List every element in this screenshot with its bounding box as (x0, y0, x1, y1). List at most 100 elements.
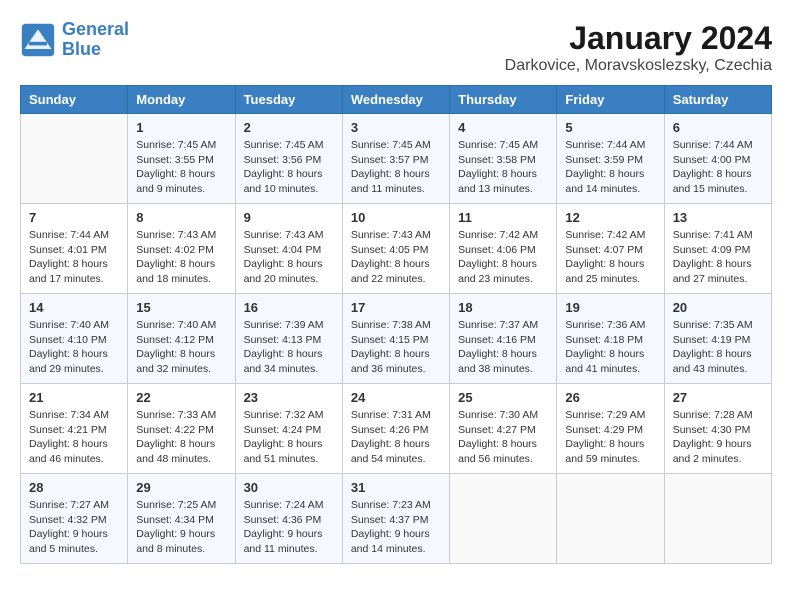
day-number: 20 (673, 300, 763, 315)
logo-text: General Blue (62, 20, 129, 60)
calendar-cell: 20 Sunrise: 7:35 AM Sunset: 4:19 PM Dayli… (664, 294, 771, 384)
calendar-cell: 22 Sunrise: 7:33 AM Sunset: 4:22 PM Dayli… (128, 384, 235, 474)
day-number: 26 (565, 390, 655, 405)
weekday-header-sunday: Sunday (21, 86, 128, 114)
day-info: Sunrise: 7:30 AM Sunset: 4:27 PM Dayligh… (458, 408, 548, 467)
weekday-header-friday: Friday (557, 86, 664, 114)
calendar-cell (557, 474, 664, 564)
day-number: 25 (458, 390, 548, 405)
day-info: Sunrise: 7:45 AM Sunset: 3:57 PM Dayligh… (351, 138, 441, 197)
day-number: 24 (351, 390, 441, 405)
weekday-header-wednesday: Wednesday (342, 86, 449, 114)
day-info: Sunrise: 7:35 AM Sunset: 4:19 PM Dayligh… (673, 318, 763, 377)
title-area: January 2024 Darkovice, Moravskoslezsky,… (505, 20, 772, 75)
day-info: Sunrise: 7:45 AM Sunset: 3:58 PM Dayligh… (458, 138, 548, 197)
calendar-cell: 17 Sunrise: 7:38 AM Sunset: 4:15 PM Dayli… (342, 294, 449, 384)
day-info: Sunrise: 7:43 AM Sunset: 4:04 PM Dayligh… (244, 228, 334, 287)
day-info: Sunrise: 7:32 AM Sunset: 4:24 PM Dayligh… (244, 408, 334, 467)
calendar-cell: 8Sunrise: 7:43 AM Sunset: 4:02 PM Daylig… (128, 204, 235, 294)
calendar-cell: 6Sunrise: 7:44 AM Sunset: 4:00 PM Daylig… (664, 114, 771, 204)
calendar-cell: 10 Sunrise: 7:43 AM Sunset: 4:05 PM Dayli… (342, 204, 449, 294)
day-number: 31 (351, 480, 441, 495)
calendar-cell: 21 Sunrise: 7:34 AM Sunset: 4:21 PM Dayli… (21, 384, 128, 474)
day-number: 12 (565, 210, 655, 225)
calendar-cell (664, 474, 771, 564)
weekday-header-thursday: Thursday (450, 86, 557, 114)
day-number: 30 (244, 480, 334, 495)
day-info: Sunrise: 7:38 AM Sunset: 4:15 PM Dayligh… (351, 318, 441, 377)
day-info: Sunrise: 7:34 AM Sunset: 4:21 PM Dayligh… (29, 408, 119, 467)
day-number: 14 (29, 300, 119, 315)
calendar-cell: 13 Sunrise: 7:41 AM Sunset: 4:09 PM Dayli… (664, 204, 771, 294)
calendar-table: SundayMondayTuesdayWednesdayThursdayFrid… (20, 85, 772, 564)
day-info: Sunrise: 7:25 AM Sunset: 4:34 PM Dayligh… (136, 498, 226, 557)
day-info: Sunrise: 7:45 AM Sunset: 3:56 PM Dayligh… (244, 138, 334, 197)
day-number: 18 (458, 300, 548, 315)
day-number: 5 (565, 120, 655, 135)
day-number: 21 (29, 390, 119, 405)
day-number: 3 (351, 120, 441, 135)
weekday-header-saturday: Saturday (664, 86, 771, 114)
calendar-cell: 18 Sunrise: 7:37 AM Sunset: 4:16 PM Dayli… (450, 294, 557, 384)
day-info: Sunrise: 7:42 AM Sunset: 4:07 PM Dayligh… (565, 228, 655, 287)
day-info: Sunrise: 7:45 AM Sunset: 3:55 PM Dayligh… (136, 138, 226, 197)
day-number: 4 (458, 120, 548, 135)
header: General Blue January 2024 Darkovice, Mor… (20, 20, 772, 75)
day-number: 8 (136, 210, 226, 225)
main-title: January 2024 (505, 20, 772, 57)
day-info: Sunrise: 7:43 AM Sunset: 4:05 PM Dayligh… (351, 228, 441, 287)
weekday-header-monday: Monday (128, 86, 235, 114)
calendar-cell (450, 474, 557, 564)
day-info: Sunrise: 7:44 AM Sunset: 4:01 PM Dayligh… (29, 228, 119, 287)
calendar-cell: 15Sunrise: 7:40 AM Sunset: 4:12 PM Dayli… (128, 294, 235, 384)
logo-icon (20, 22, 56, 58)
day-number: 22 (136, 390, 226, 405)
day-number: 1 (136, 120, 226, 135)
calendar-cell: 24 Sunrise: 7:31 AM Sunset: 4:26 PM Dayli… (342, 384, 449, 474)
weekday-header-tuesday: Tuesday (235, 86, 342, 114)
day-number: 7 (29, 210, 119, 225)
calendar-cell: 30 Sunrise: 7:24 AM Sunset: 4:36 PM Dayli… (235, 474, 342, 564)
logo-line2: Blue (62, 39, 101, 59)
day-number: 9 (244, 210, 334, 225)
day-info: Sunrise: 7:28 AM Sunset: 4:30 PM Dayligh… (673, 408, 763, 467)
calendar-cell: 31Sunrise: 7:23 AM Sunset: 4:37 PM Dayli… (342, 474, 449, 564)
day-number: 28 (29, 480, 119, 495)
calendar-cell: 27 Sunrise: 7:28 AM Sunset: 4:30 PM Dayli… (664, 384, 771, 474)
day-number: 23 (244, 390, 334, 405)
calendar-cell: 5 Sunrise: 7:44 AM Sunset: 3:59 PM Daylig… (557, 114, 664, 204)
calendar-cell: 19Sunrise: 7:36 AM Sunset: 4:18 PM Dayli… (557, 294, 664, 384)
day-info: Sunrise: 7:33 AM Sunset: 4:22 PM Dayligh… (136, 408, 226, 467)
calendar-cell: 11Sunrise: 7:42 AM Sunset: 4:06 PM Dayli… (450, 204, 557, 294)
day-number: 17 (351, 300, 441, 315)
calendar-cell: 16Sunrise: 7:39 AM Sunset: 4:13 PM Dayli… (235, 294, 342, 384)
logo-line1: General (62, 19, 129, 39)
week-row-5: 28 Sunrise: 7:27 AM Sunset: 4:32 PM Dayli… (21, 474, 772, 564)
calendar-cell (21, 114, 128, 204)
week-row-1: 1 Sunrise: 7:45 AM Sunset: 3:55 PM Daylig… (21, 114, 772, 204)
day-info: Sunrise: 7:31 AM Sunset: 4:26 PM Dayligh… (351, 408, 441, 467)
day-info: Sunrise: 7:42 AM Sunset: 4:06 PM Dayligh… (458, 228, 548, 287)
day-number: 27 (673, 390, 763, 405)
day-info: Sunrise: 7:37 AM Sunset: 4:16 PM Dayligh… (458, 318, 548, 377)
day-number: 13 (673, 210, 763, 225)
calendar-cell: 23 Sunrise: 7:32 AM Sunset: 4:24 PM Dayli… (235, 384, 342, 474)
day-number: 10 (351, 210, 441, 225)
day-info: Sunrise: 7:41 AM Sunset: 4:09 PM Dayligh… (673, 228, 763, 287)
day-info: Sunrise: 7:27 AM Sunset: 4:32 PM Dayligh… (29, 498, 119, 557)
calendar-cell: 25 Sunrise: 7:30 AM Sunset: 4:27 PM Dayli… (450, 384, 557, 474)
day-info: Sunrise: 7:39 AM Sunset: 4:13 PM Dayligh… (244, 318, 334, 377)
week-row-2: 7 Sunrise: 7:44 AM Sunset: 4:01 PM Daylig… (21, 204, 772, 294)
calendar-cell: 14Sunrise: 7:40 AM Sunset: 4:10 PM Dayli… (21, 294, 128, 384)
day-number: 15 (136, 300, 226, 315)
calendar-cell: 1 Sunrise: 7:45 AM Sunset: 3:55 PM Daylig… (128, 114, 235, 204)
day-info: Sunrise: 7:24 AM Sunset: 4:36 PM Dayligh… (244, 498, 334, 557)
calendar-cell: 7 Sunrise: 7:44 AM Sunset: 4:01 PM Daylig… (21, 204, 128, 294)
day-info: Sunrise: 7:44 AM Sunset: 3:59 PM Dayligh… (565, 138, 655, 197)
calendar-cell: 28 Sunrise: 7:27 AM Sunset: 4:32 PM Dayli… (21, 474, 128, 564)
day-info: Sunrise: 7:29 AM Sunset: 4:29 PM Dayligh… (565, 408, 655, 467)
day-number: 29 (136, 480, 226, 495)
day-number: 2 (244, 120, 334, 135)
subtitle: Darkovice, Moravskoslezsky, Czechia (505, 57, 772, 75)
calendar-cell: 26 Sunrise: 7:29 AM Sunset: 4:29 PM Dayli… (557, 384, 664, 474)
